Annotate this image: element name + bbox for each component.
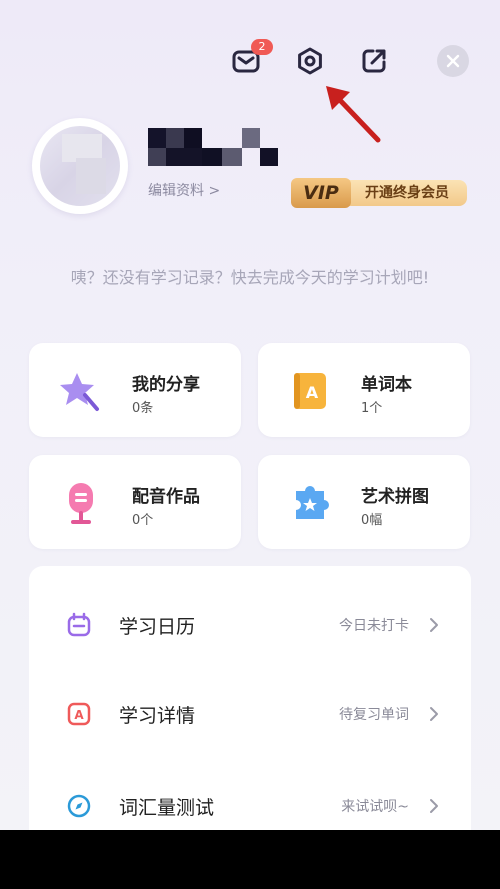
- annotation-arrow: [326, 86, 381, 143]
- list-item-value: 来试试呗~: [341, 799, 409, 815]
- study-detail-icon: A: [67, 702, 91, 726]
- card-sub: 1个: [361, 401, 383, 416]
- svg-text:A: A: [306, 383, 319, 402]
- list-item-study-calendar[interactable]: 学习日历 今日未打卡: [29, 595, 471, 655]
- list-item-value: 待复习单词: [339, 707, 409, 723]
- empty-record-hint: 咦？还没有学习记录？快去完成今天的学习计划吧!: [70, 268, 430, 287]
- settings-icon: [298, 47, 322, 75]
- feature-list: 学习日历 今日未打卡 A 学习详情 待复习单词 词汇量测试 来试试呗~: [29, 566, 471, 830]
- card-art-puzzle[interactable]: 艺术拼图 0幅: [258, 455, 470, 549]
- list-item-label: 学习日历: [119, 616, 196, 638]
- calendar-icon: [67, 612, 91, 637]
- list-item-vocab-test[interactable]: 词汇量测试 来试试呗~: [29, 776, 471, 830]
- edit-profile-link[interactable]: 编辑资料 >: [148, 180, 220, 200]
- avatar[interactable]: [32, 118, 128, 214]
- close-icon: [446, 54, 460, 68]
- username-pixelated: [148, 128, 278, 168]
- chevron-right-icon: [430, 707, 438, 721]
- vip-label: 开通终身会员: [347, 180, 467, 206]
- word-book-icon: A: [294, 373, 326, 409]
- chevron-right-icon: [430, 618, 438, 632]
- vip-tag: VIP: [291, 178, 351, 208]
- star-wand-icon: [60, 373, 99, 411]
- list-item-label: 词汇量测试: [119, 797, 215, 819]
- card-sub: 0条: [132, 401, 154, 416]
- svg-text:A: A: [74, 708, 84, 722]
- card-dubbing-works[interactable]: 配音作品 0个: [29, 455, 241, 549]
- mail-badge: 2: [251, 39, 273, 55]
- close-button[interactable]: [437, 45, 469, 77]
- list-item-study-detail[interactable]: A 学习详情 待复习单词: [29, 684, 471, 744]
- card-word-book[interactable]: A 单词本 1个: [258, 343, 470, 437]
- profile-screen: 2 编辑资料 > 开通终身会员 VIP 咦？还没有学习记录？快去完成今天的学习计…: [0, 0, 500, 830]
- card-sub: 0幅: [361, 513, 383, 528]
- card-sub: 0个: [132, 513, 154, 528]
- card-my-share[interactable]: 我的分享 0条: [29, 343, 241, 437]
- compass-icon: [67, 794, 91, 818]
- bottom-black-bar: [0, 830, 500, 889]
- share-icon: [362, 49, 386, 73]
- list-item-label: 学习详情: [119, 705, 196, 727]
- card-title: 艺术拼图: [361, 487, 429, 507]
- vip-button[interactable]: 开通终身会员 VIP: [291, 178, 471, 208]
- settings-button[interactable]: [293, 44, 327, 78]
- list-item-value: 今日未打卡: [339, 618, 409, 634]
- chevron-right-icon: [430, 799, 438, 813]
- card-title: 配音作品: [132, 487, 200, 507]
- puzzle-icon: [296, 486, 329, 519]
- card-title: 我的分享: [132, 375, 200, 395]
- card-title: 单词本: [361, 375, 412, 395]
- microphone-icon: [69, 483, 93, 524]
- share-button[interactable]: [357, 44, 391, 78]
